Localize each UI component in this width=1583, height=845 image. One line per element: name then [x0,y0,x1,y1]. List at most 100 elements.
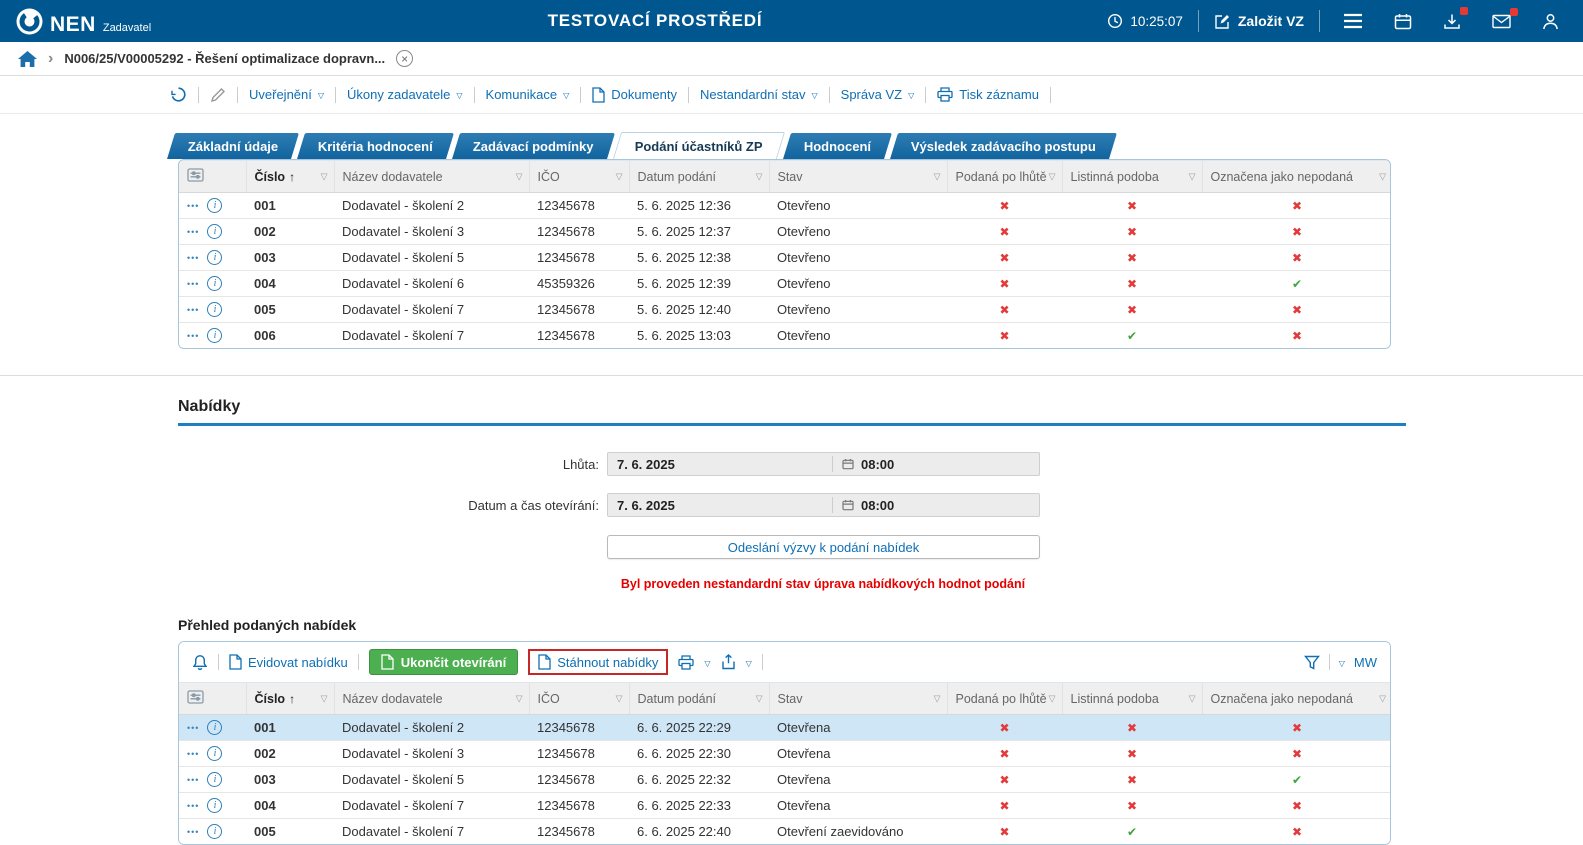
column-filter-icon[interactable]: ▽ [934,693,941,704]
column-filter-icon[interactable]: ▽ [1049,693,1056,704]
row-info-icon[interactable]: i [207,224,222,239]
messages-button[interactable] [1490,12,1513,31]
column-filter-icon[interactable]: ▽ [1189,693,1196,704]
column-header[interactable]: Podaná po lhůtě ▽ [947,161,1062,193]
column-filter-icon[interactable]: ▽ [616,693,623,704]
row-menu-icon[interactable]: ••• [187,723,199,733]
column-filter-icon[interactable]: ▽ [934,171,941,182]
menu-sprava-vz[interactable]: Správa VZ▽ [841,87,915,102]
history-icon[interactable] [170,86,187,103]
column-filter-icon[interactable]: ▽ [616,171,623,182]
row-info-icon[interactable]: i [207,720,222,735]
row-info-icon[interactable]: i [207,328,222,343]
column-filter-icon[interactable]: ▽ [756,171,763,182]
column-filter-icon[interactable]: ▽ [1049,171,1056,182]
column-filter-icon[interactable]: ▽ [516,171,523,182]
row-info-icon[interactable]: i [207,276,222,291]
column-header[interactable]: Stav ▽ [769,683,947,715]
table-row[interactable]: ••• i 006 Dodavatel - školení 7 12345678… [179,323,1391,349]
column-header[interactable]: IČO ▽ [529,161,629,193]
deadline-field[interactable]: 7. 6. 2025 08:00 [607,452,1040,476]
table-row[interactable]: ••• i 002 Dodavatel - školení 3 12345678… [179,741,1391,767]
column-header[interactable]: Podaná po lhůtě ▽ [947,683,1062,715]
table-row[interactable]: ••• i 005 Dodavatel - školení 7 12345678… [179,819,1391,845]
column-header[interactable]: Název dodavatele ▽ [334,161,529,193]
chevron-down-icon[interactable]: ▽ [746,657,752,668]
filter-button[interactable] [1304,655,1320,670]
row-info-icon[interactable]: i [207,198,222,213]
finish-opening-button[interactable]: Ukončit otevírání [369,649,518,675]
watch-bell-icon[interactable] [192,654,208,671]
brand[interactable]: NEN Zadavatel [16,8,151,35]
row-info-icon[interactable]: i [207,302,222,317]
column-header[interactable]: Označena jako nepodaná ▽ [1202,683,1391,715]
opening-date-value[interactable]: 7. 6. 2025 [608,498,832,513]
deadline-date-value[interactable]: 7. 6. 2025 [608,457,832,472]
record-tab[interactable]: Výsledek zadávacího postupu [890,133,1117,159]
breadcrumb-item[interactable]: N006/25/V00005292 - Řešení optimalizace … [64,51,385,66]
column-filter-icon[interactable]: ▽ [1189,171,1196,182]
column-header[interactable]: Označena jako nepodaná ▽ [1202,161,1391,193]
row-menu-icon[interactable]: ••• [187,775,199,785]
table-row[interactable]: ••• i 004 Dodavatel - školení 6 45359326… [179,271,1391,297]
record-tab[interactable]: Kritéria hodnocení [297,133,454,159]
menu-ukony-zadavatele[interactable]: Úkony zadavatele▽ [347,87,463,102]
row-menu-icon[interactable]: ••• [187,827,199,837]
row-menu-icon[interactable]: ••• [187,227,199,237]
row-menu-icon[interactable]: ••• [187,331,199,341]
register-offer-button[interactable]: Evidovat nabídku [229,654,348,670]
record-tab[interactable]: Podání účastníků ZP [613,132,785,159]
profile-button[interactable] [1540,11,1561,32]
print-list-button[interactable] [678,655,694,670]
calendar-button[interactable] [1392,11,1414,32]
row-info-icon[interactable]: i [207,746,222,761]
column-header[interactable]: Listinná podoba ▽ [1062,683,1202,715]
chevron-down-icon[interactable]: ▽ [1339,657,1345,668]
table-row[interactable]: ••• i 001 Dodavatel - školení 2 12345678… [179,715,1391,741]
row-menu-icon[interactable]: ••• [187,749,199,759]
table-row[interactable]: ••• i 001 Dodavatel - školení 2 12345678… [179,193,1391,219]
column-filter-icon[interactable]: ▽ [321,171,328,182]
print-record-button[interactable]: Tisk záznamu [937,87,1039,102]
row-info-icon[interactable]: i [207,824,222,839]
row-info-icon[interactable]: i [207,798,222,813]
column-header[interactable]: Listinná podoba ▽ [1062,161,1202,193]
menu-nestandardni-stav[interactable]: Nestandardní stav▽ [700,87,818,102]
column-header[interactable]: IČO ▽ [529,683,629,715]
column-header[interactable]: Číslo↑ ▽ [246,161,334,193]
main-menu-button[interactable] [1341,11,1365,31]
row-menu-icon[interactable]: ••• [187,305,199,315]
record-tab[interactable]: Hodnocení [783,133,892,159]
menu-komunikace[interactable]: Komunikace▽ [486,87,570,102]
mw-view-button[interactable]: MW [1354,655,1377,670]
column-header[interactable]: Stav ▽ [769,161,947,193]
opening-time-value[interactable]: 08:00 [833,498,894,513]
column-header[interactable]: Datum podání ▽ [629,683,769,715]
close-record-icon[interactable]: × [396,50,413,67]
table-row[interactable]: ••• i 003 Dodavatel - školení 5 12345678… [179,767,1391,793]
row-menu-icon[interactable]: ••• [187,201,199,211]
column-filter-icon[interactable]: ▽ [1379,171,1386,182]
chevron-down-icon[interactable]: ▽ [704,657,710,668]
row-info-icon[interactable]: i [207,772,222,787]
create-vz-button[interactable]: Založit VZ [1214,13,1304,30]
menu-dokumenty[interactable]: Dokumenty [592,87,677,103]
column-filter-icon[interactable]: ▽ [756,693,763,704]
download-offers-button[interactable]: Stáhnout nabídky [528,649,668,675]
send-invitation-button[interactable]: Odeslání výzvy k podání nabídek [607,535,1040,559]
column-chooser-icon[interactable] [187,168,204,182]
table-row[interactable]: ••• i 002 Dodavatel - školení 3 12345678… [179,219,1391,245]
column-chooser-icon[interactable] [187,690,204,704]
column-filter-icon[interactable]: ▽ [1379,693,1386,704]
record-tab[interactable]: Zadávací podmínky [452,133,615,159]
row-info-icon[interactable]: i [207,250,222,265]
record-tab[interactable]: Základní údaje [167,133,299,159]
edit-record-icon[interactable] [210,87,226,103]
table-row[interactable]: ••• i 005 Dodavatel - školení 7 12345678… [179,297,1391,323]
column-header[interactable]: Datum podání ▽ [629,161,769,193]
deadline-time-value[interactable]: 08:00 [833,457,894,472]
column-filter-icon[interactable]: ▽ [321,693,328,704]
table-row[interactable]: ••• i 004 Dodavatel - školení 7 12345678… [179,793,1391,819]
home-icon[interactable] [18,51,37,67]
row-menu-icon[interactable]: ••• [187,279,199,289]
